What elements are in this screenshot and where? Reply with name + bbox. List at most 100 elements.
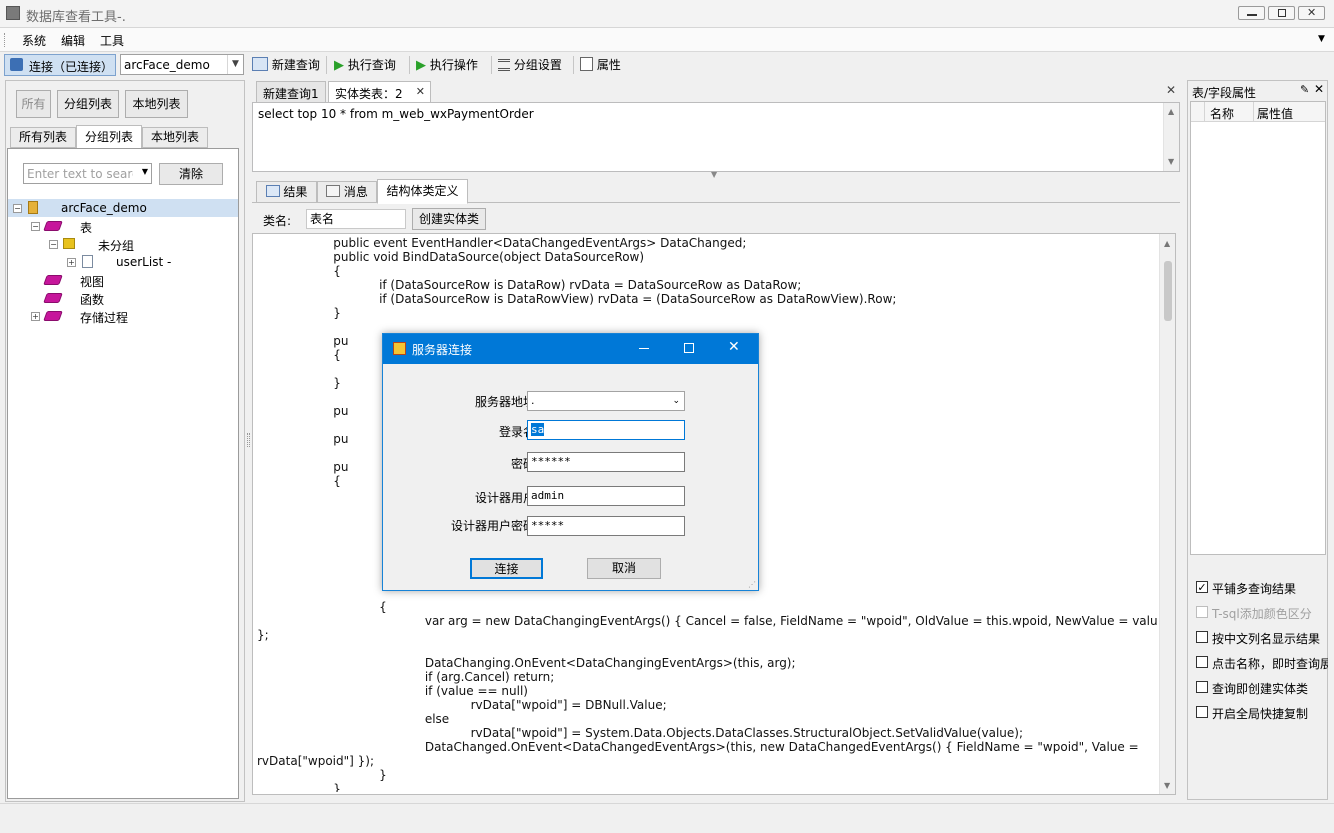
- col-name: 名称: [1210, 107, 1235, 121]
- chevron-down-icon: ▼: [1164, 781, 1171, 790]
- menu-overflow-icon[interactable]: ▼: [1318, 34, 1325, 44]
- tree-item-views[interactable]: 视图: [80, 273, 104, 290]
- designer-password-input[interactable]: *****: [527, 516, 685, 536]
- exec-op-button[interactable]: ▶ 执行操作: [416, 56, 478, 73]
- maximize-icon[interactable]: [684, 343, 694, 353]
- option-row[interactable]: 查询即创建实体类: [1194, 679, 1328, 697]
- search-input[interactable]: Enter text to search... ▼: [23, 163, 152, 184]
- group-settings-button[interactable]: 分组设置: [498, 56, 562, 73]
- collapse-icon[interactable]: −: [31, 222, 40, 231]
- option-row[interactable]: 点击名称，即时查询展示: [1194, 654, 1328, 672]
- tab-local-list[interactable]: 本地列表: [142, 127, 208, 148]
- server-connect-dialog: 服务器连接 ✕ 服务器地址: . ⌄ 登录名: sa 密码: ****** 设计…: [382, 333, 759, 591]
- tab-all-list[interactable]: 所有列表: [10, 127, 76, 148]
- tab-messages[interactable]: 消息: [317, 181, 377, 203]
- search-placeholder: Enter text to search...: [27, 167, 133, 181]
- checkbox[interactable]: [1196, 606, 1208, 618]
- status-bar: [0, 803, 1334, 833]
- local-list-button[interactable]: 本地列表: [125, 90, 188, 118]
- book-icon: [43, 275, 63, 285]
- table-icon: [82, 255, 93, 268]
- option-row[interactable]: 按中文列名显示结果: [1194, 629, 1328, 647]
- menu-edit[interactable]: 编辑: [61, 32, 85, 49]
- sql-editor[interactable]: select top 10 * from m_web_wxPaymentOrde…: [252, 102, 1180, 172]
- code-line: pu: [257, 404, 349, 418]
- splitter-grip[interactable]: [247, 433, 250, 447]
- minimize-icon[interactable]: [639, 348, 649, 349]
- close-button[interactable]: ✕: [1298, 6, 1325, 20]
- login-label: 登录名:: [498, 425, 539, 439]
- tree-item-root[interactable]: arcFace_demo: [61, 201, 147, 215]
- option-row[interactable]: 开启全局快捷复制: [1194, 704, 1328, 722]
- clear-button[interactable]: 清除: [159, 163, 223, 185]
- chevron-down-icon: ▼: [1168, 157, 1175, 166]
- code-line: else: [257, 712, 450, 726]
- expand-icon[interactable]: +: [31, 312, 40, 321]
- tree-item-procs[interactable]: 存储过程: [80, 309, 128, 326]
- tree-item-tables[interactable]: 表: [80, 219, 92, 236]
- designer-user-input[interactable]: admin: [527, 486, 685, 506]
- menu-tools[interactable]: 工具: [100, 32, 124, 49]
- class-name-input[interactable]: 表名: [306, 209, 406, 229]
- code-line: if (DataSourceRow is DataRowView) rvData…: [257, 292, 897, 306]
- scroll-thumb[interactable]: [1164, 261, 1172, 321]
- create-entity-button[interactable]: 创建实体类: [412, 208, 486, 230]
- option-row[interactable]: T-sql添加颜色区分: [1194, 604, 1328, 622]
- dialog-title-bar: 服务器连接 ✕: [383, 334, 758, 364]
- folder-icon: [63, 238, 75, 249]
- minimize-button[interactable]: [1238, 6, 1265, 20]
- close-icon[interactable]: ✕: [1166, 83, 1176, 97]
- close-icon[interactable]: ✕: [416, 85, 425, 98]
- new-query-button[interactable]: 新建查询: [252, 56, 320, 73]
- tree-item-userlist[interactable]: userList -: [116, 255, 171, 269]
- resize-grip-icon[interactable]: ⋰: [748, 580, 756, 589]
- checkbox[interactable]: [1196, 656, 1208, 668]
- code-line: };: [257, 628, 269, 642]
- group-list-button[interactable]: 分组列表: [57, 90, 119, 118]
- scrollbar[interactable]: ▲ ▼: [1159, 234, 1175, 794]
- cancel-button[interactable]: 取消: [587, 558, 661, 579]
- all-button[interactable]: 所有: [16, 90, 51, 118]
- tab-results-label: 结果: [283, 185, 308, 199]
- checkbox[interactable]: [1196, 631, 1208, 643]
- book-icon: [43, 311, 63, 321]
- pin-icon[interactable]: ✎: [1300, 83, 1309, 96]
- new-query-icon: [252, 57, 268, 71]
- tab-results[interactable]: 结果: [256, 181, 317, 203]
- tab-struct-def[interactable]: 结构体类定义: [377, 179, 468, 204]
- server-select[interactable]: . ⌄: [527, 391, 685, 411]
- code-line: if (DataSourceRow is DataRow) rvData = D…: [257, 278, 802, 292]
- close-icon[interactable]: ✕: [1314, 82, 1324, 96]
- exec-query-button[interactable]: ▶ 执行查询: [334, 56, 396, 73]
- password-input[interactable]: ******: [527, 452, 685, 472]
- tab-new-query-1[interactable]: 新建查询1: [256, 81, 326, 103]
- row-header: [1191, 102, 1205, 122]
- collapse-icon[interactable]: −: [13, 204, 22, 213]
- tree-item-functions[interactable]: 函数: [80, 291, 104, 308]
- checkbox[interactable]: [1196, 706, 1208, 718]
- tab-group-list[interactable]: 分组列表: [76, 125, 142, 149]
- properties-button[interactable]: 属性: [580, 56, 621, 73]
- new-query-label: 新建查询: [271, 58, 320, 72]
- connect-button[interactable]: 连接: [470, 558, 543, 579]
- checkbox[interactable]: [1196, 681, 1208, 693]
- connect-button[interactable]: 连接（已连接）: [4, 54, 116, 76]
- option-row[interactable]: ✓ 平铺多查询结果: [1194, 579, 1328, 597]
- maximize-button[interactable]: [1268, 6, 1295, 20]
- menu-system[interactable]: 系统: [22, 32, 46, 49]
- separator: [573, 56, 574, 74]
- server-value: .: [531, 394, 535, 407]
- close-icon[interactable]: ✕: [728, 339, 740, 355]
- designer-password-label: 设计器用户密码:: [450, 519, 539, 533]
- login-input[interactable]: sa: [527, 420, 685, 440]
- grip: [4, 33, 7, 47]
- exec-query-label: 执行查询: [347, 58, 396, 72]
- tree-item-ungrouped[interactable]: 未分组: [98, 237, 134, 254]
- expand-icon[interactable]: +: [67, 258, 76, 267]
- scrollbar[interactable]: ▲ ▼: [1163, 103, 1179, 171]
- collapse-icon[interactable]: −: [49, 240, 58, 249]
- database-select[interactable]: arcFace_demo ▼: [120, 54, 244, 75]
- tab-entity-table[interactable]: 实体类表：2 ✕: [328, 81, 431, 103]
- checkbox[interactable]: ✓: [1196, 581, 1208, 593]
- splitter-arrow-icon[interactable]: ▼: [711, 170, 717, 179]
